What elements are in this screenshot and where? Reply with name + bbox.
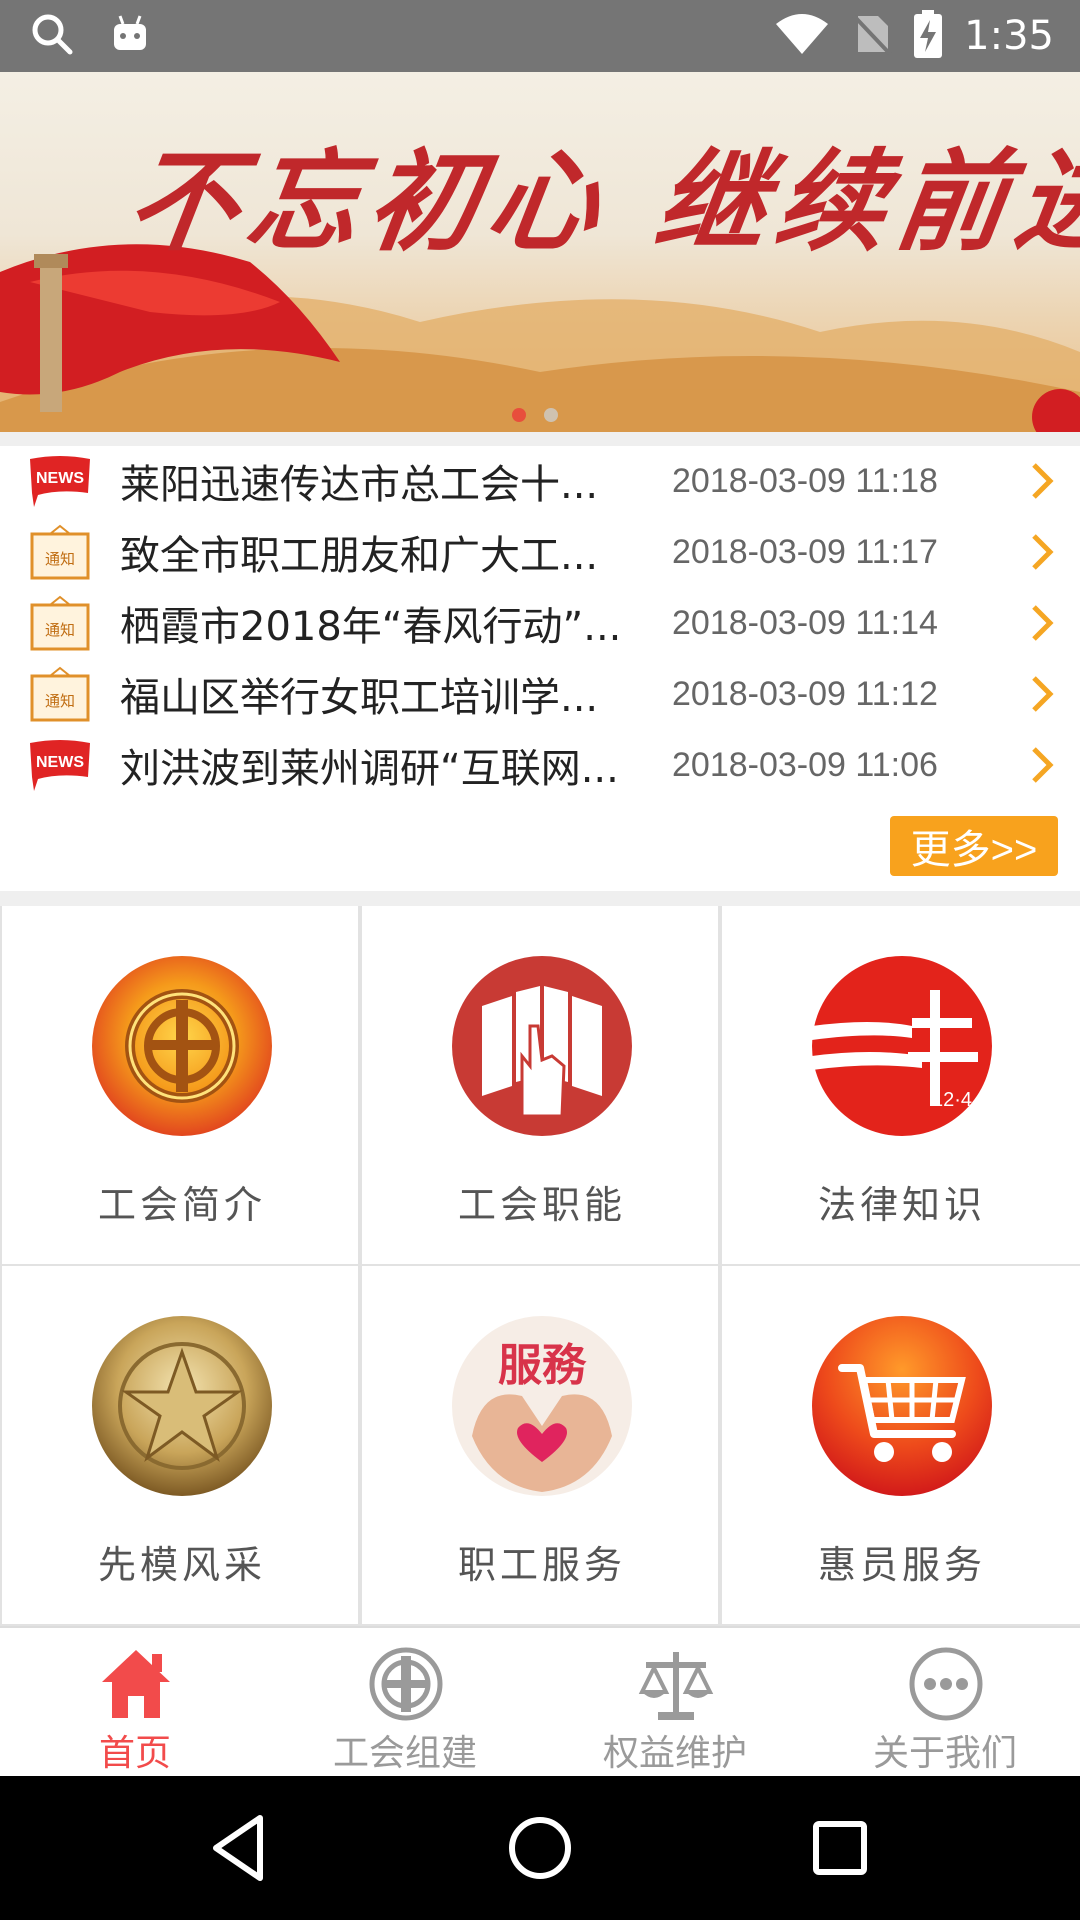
notice-badge-text: 通知 — [45, 621, 75, 639]
news-badge-icon: NEWS — [30, 740, 90, 791]
more-button[interactable]: 更多>> — [890, 816, 1058, 876]
tab-label: 权益维护 — [602, 1733, 747, 1774]
home-icon — [102, 1650, 170, 1718]
home-circle-icon[interactable] — [500, 1808, 580, 1888]
chevron-right-icon — [1032, 605, 1054, 641]
news-item-2[interactable]: 通知 致全市职工朋友和广大工... 2018-03-09 11:17 — [0, 517, 1080, 587]
chevron-right-icon — [1032, 534, 1054, 570]
news-date: 2018-03-09 11:14 — [672, 603, 938, 642]
back-icon[interactable] — [200, 1808, 280, 1888]
notice-badge-text: 通知 — [45, 550, 75, 568]
news-item-3[interactable]: 通知 栖霞市2018年“春风行动”... 2018-03-09 11:14 — [0, 588, 1080, 658]
news-item-5[interactable]: NEWS 刘洪波到莱州调研“互联网... 2018-03-09 11:06 — [0, 730, 1080, 800]
battery-charging-icon — [914, 10, 943, 62]
more-dots-icon — [909, 1647, 983, 1721]
news-date: 2018-03-09 11:18 — [672, 461, 938, 500]
grid-item-label: 先模风采 — [97, 1543, 266, 1587]
news-title: 栖霞市2018年“春风行动”... — [120, 604, 622, 650]
grid-item-law-knowledge[interactable]: 12·4 法律知识 — [720, 906, 1080, 1266]
chevron-right-icon — [1032, 676, 1054, 712]
union-emblem-icon — [369, 1647, 443, 1721]
news-badge-text: NEWS — [36, 470, 84, 487]
notice-badge-icon: 通知 — [30, 524, 90, 580]
tab-home[interactable]: 首页 — [0, 1628, 270, 1776]
grid-item-model-workers[interactable]: 先模风采 — [0, 1266, 360, 1626]
news-title: 致全市职工朋友和广大工... — [120, 533, 599, 579]
divider — [0, 432, 1080, 446]
news-item-1[interactable]: NEWS 莱阳迅速传达市总工会十... 2018-03-09 11:18 — [0, 446, 1080, 516]
news-title: 莱阳迅速传达市总工会十... — [120, 462, 599, 508]
grid-item-label: 惠员服务 — [817, 1543, 986, 1587]
grid-item-union-intro[interactable]: 工会简介 — [0, 906, 360, 1266]
news-badge-text: NEWS — [36, 754, 84, 771]
banner-title: 不忘初心 继续前进 — [119, 137, 1080, 266]
news-date: 2018-03-09 11:17 — [672, 532, 938, 571]
news-date: 2018-03-09 11:06 — [672, 745, 938, 784]
notice-badge-text: 通知 — [45, 692, 75, 710]
tab-label: 关于我们 — [872, 1733, 1017, 1774]
android-icon — [110, 14, 150, 58]
search-icon — [30, 12, 74, 60]
wifi-icon — [774, 12, 830, 60]
chevron-right-icon — [1032, 463, 1054, 499]
grid-item-label: 工会职能 — [457, 1183, 626, 1227]
shopping-cart-icon — [812, 1316, 992, 1496]
grid-item-member-benefits[interactable]: 惠员服务 — [720, 1266, 1080, 1626]
news-title: 刘洪波到莱州调研“互联网... — [120, 746, 619, 792]
news-date: 2018-03-09 11:12 — [672, 674, 938, 713]
tab-rights-protection[interactable]: 权益维护 — [540, 1628, 810, 1776]
service-heart-icon: 服務 — [452, 1316, 632, 1496]
law-logo-text: 12·4 — [932, 1089, 972, 1111]
grid-item-label: 工会简介 — [97, 1183, 266, 1227]
grid-item-worker-service[interactable]: 服務 职工服务 — [360, 1266, 720, 1626]
clock: 1:35 — [964, 13, 1054, 59]
grid-item-label: 职工服务 — [457, 1543, 626, 1587]
tab-label: 首页 — [98, 1733, 171, 1774]
law-logo-icon: 12·4 — [812, 956, 992, 1136]
recents-icon[interactable] — [800, 1808, 880, 1888]
carousel-dot-1 — [512, 408, 526, 422]
bottom-tab-bar: 首页 工会组建 权益维护 关于我们 — [0, 1626, 1080, 1776]
banner-carousel[interactable]: 不忘初心 继续前进 — [0, 72, 1080, 432]
books-hand-icon — [452, 956, 632, 1136]
notice-badge-icon: 通知 — [30, 595, 90, 651]
tab-label: 工会组建 — [332, 1733, 477, 1774]
news-item-4[interactable]: 通知 福山区举行女职工培训学... 2018-03-09 11:12 — [0, 659, 1080, 729]
grid-item-union-functions[interactable]: 工会职能 — [360, 906, 720, 1266]
carousel-dot-2 — [544, 408, 558, 422]
tab-about-us[interactable]: 关于我们 — [810, 1628, 1080, 1776]
scales-icon — [638, 1652, 714, 1720]
news-badge-icon: NEWS — [30, 456, 90, 507]
status-bar: 1:35 — [0, 0, 1080, 72]
carousel-indicator — [512, 408, 558, 422]
notice-badge-icon: 通知 — [30, 666, 90, 722]
divider — [0, 891, 1080, 906]
svg-text:服務: 服務 — [498, 1340, 587, 1391]
no-sim-icon — [852, 12, 892, 60]
news-title: 福山区举行女职工培训学... — [120, 675, 599, 721]
tab-union-setup[interactable]: 工会组建 — [270, 1628, 540, 1776]
chevron-right-icon — [1032, 747, 1054, 783]
system-nav-bar — [0, 1776, 1080, 1920]
star-medal-icon — [92, 1316, 272, 1496]
grid-item-label: 法律知识 — [817, 1183, 986, 1227]
function-grid: 工会简介 工会职能 12·4 法律知识 先模风采 服務 职工服务 惠员服务 — [0, 906, 1080, 1626]
union-emblem-icon — [92, 956, 272, 1136]
